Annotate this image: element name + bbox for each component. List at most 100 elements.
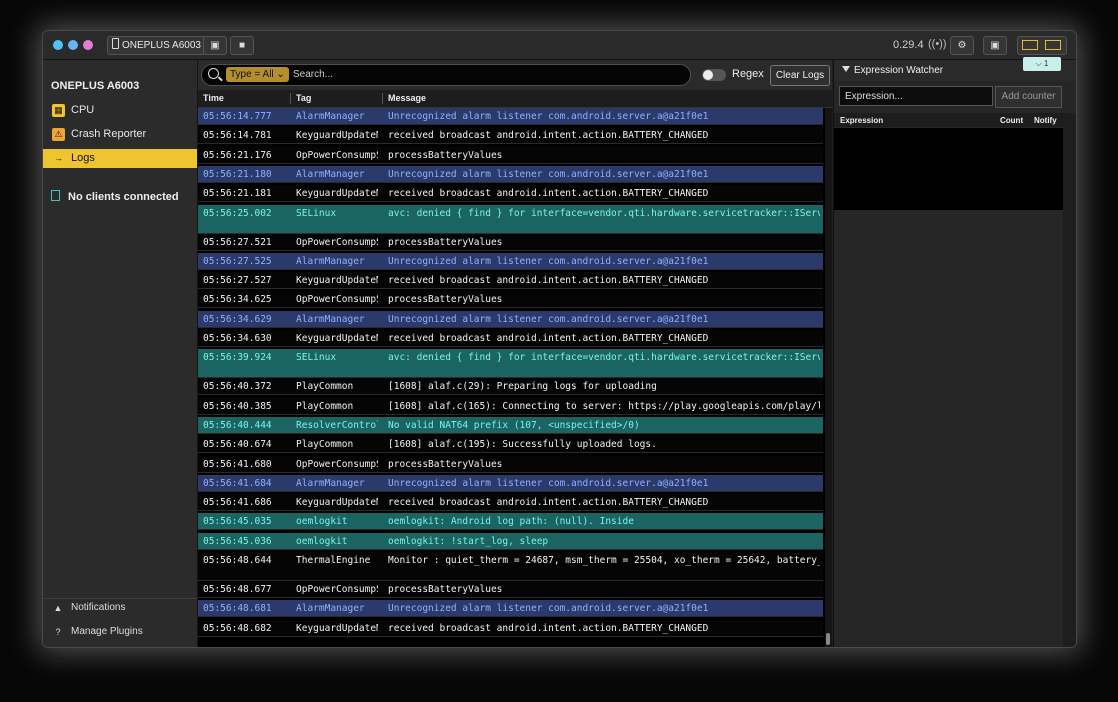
log-row[interactable]: 05:56:27.521 OpPowerConsumpS processBatter… (198, 233, 823, 251)
log-time: 05:56:40.385 (203, 400, 272, 412)
log-row[interactable]: 05:56:40.372 PlayCommon [1608] alaf.c(29):… (198, 378, 823, 396)
window-minimize-dot[interactable] (68, 40, 78, 50)
log-time: 05:56:41.686 (203, 497, 272, 509)
regex-toggle[interactable] (702, 69, 726, 81)
expression-input[interactable] (839, 86, 993, 106)
log-row[interactable]: 05:56:14.781 KeyguardUpdateM received broa… (198, 127, 823, 145)
log-scrollbar[interactable] (825, 108, 832, 647)
log-time: 05:56:48.644 (203, 555, 272, 566)
log-message: Unrecognized alarm listener com.android.… (388, 111, 709, 122)
search-input[interactable] (293, 67, 673, 82)
device-selector-button[interactable]: ONEPLUS A6003 (107, 36, 206, 55)
log-row[interactable]: 05:56:45.035 oemlogkit oemlogkit: Android … (198, 513, 823, 531)
log-row[interactable]: 05:56:41.686 KeyguardUpdateM received broa… (198, 494, 823, 512)
log-message: Unrecognized alarm listener com.android.… (388, 313, 709, 325)
type-filter-label: Type = All (230, 69, 274, 80)
log-row[interactable]: 05:56:41.684 AlarmManager Unrecognized ala… (198, 474, 823, 492)
sidebar-item-label: CPU (71, 104, 95, 116)
log-row[interactable]: 05:56:40.674 PlayCommon [1608] alaf.c(195)… (198, 436, 823, 454)
regex-label: Regex (732, 68, 764, 80)
expression-watcher-title: Expression Watcher (854, 65, 944, 76)
clear-logs-button[interactable]: Clear Logs (770, 65, 830, 86)
sidebar-item-crash-reporter[interactable]: ⚠ Crash Reporter (43, 125, 197, 144)
expression-watcher-scrollbar[interactable] (1063, 113, 1076, 647)
help-icon: ? (55, 627, 61, 637)
log-row[interactable]: 05:56:41.680 OpPowerConsumpS processBatter… (198, 455, 823, 473)
log-tag: oemlogkit (296, 535, 348, 547)
log-message: processBatteryValues (388, 236, 503, 248)
log-message: Unrecognized alarm listener com.android.… (388, 255, 709, 267)
expression-watcher-badge[interactable]: ⌵ 1 (1023, 57, 1061, 71)
column-time[interactable]: Time (203, 93, 224, 103)
log-row[interactable]: 05:56:27.527 KeyguardUpdateM received broa… (198, 272, 823, 290)
manage-plugins-label: Manage Plugins (71, 626, 143, 637)
screenshot-button[interactable]: ▣ (203, 36, 227, 55)
settings-button[interactable]: ⚙ (950, 36, 974, 55)
log-message: processBatteryValues (388, 294, 503, 306)
counter-column-header: Expression Count Notify (834, 113, 1063, 127)
log-tag: ThermalEngine (296, 555, 371, 566)
log-row[interactable]: 05:56:34.625 OpPowerConsumpS processBatter… (198, 291, 823, 309)
record-video-button[interactable]: ■ (230, 36, 254, 55)
log-row[interactable]: 05:56:25.002 SELinux avc: denied { find } … (198, 204, 823, 234)
log-time: 05:56:14.781 (203, 130, 272, 142)
log-row[interactable]: 05:56:34.630 KeyguardUpdateM received broa… (198, 330, 823, 347)
log-time: 05:56:34.625 (203, 294, 272, 306)
log-row[interactable]: 05:56:21.180 AlarmManager Unrecognized ala… (198, 165, 823, 183)
manage-plugins-button[interactable]: ? Manage Plugins (43, 623, 197, 641)
scroll-thumb[interactable] (826, 633, 830, 645)
log-row[interactable]: 05:56:48.681 AlarmManager Unrecognized ala… (198, 600, 823, 618)
log-time: 05:56:41.684 (203, 477, 272, 489)
log-row[interactable]: 05:56:48.644 ThermalEngine Monitor : quiet… (198, 552, 823, 581)
log-message: [1608] alaf.c(195): Successfully uploade… (388, 439, 657, 451)
log-tag: AlarmManager (296, 603, 365, 615)
log-tag: SELinux (296, 352, 337, 364)
log-row[interactable]: 05:56:48.682 KeyguardUpdateM received broa… (198, 619, 823, 637)
log-row[interactable]: 05:56:34.629 AlarmManager Unrecognized ala… (198, 310, 823, 328)
expression-watcher-header[interactable]: Expression Watcher ⌵ 1 (834, 57, 1076, 81)
add-counter-button[interactable]: Add counter (995, 86, 1062, 108)
column-resize-handle[interactable] (290, 93, 291, 104)
window-close-dot[interactable] (53, 40, 63, 50)
sidebar-item-logs[interactable]: → Logs (43, 149, 197, 168)
log-time: 05:56:48.677 (203, 584, 272, 595)
log-row[interactable]: 05:56:14.777 AlarmManager Unrecognized ala… (198, 108, 823, 125)
log-tag: AlarmManager (296, 313, 365, 325)
arrow-right-icon: → (54, 153, 63, 163)
log-row[interactable]: 05:56:39.924 SELinux avc: denied { find } … (198, 349, 823, 379)
log-message: processBatteryValues (388, 458, 503, 470)
camera-icon: ▣ (210, 40, 220, 51)
video-icon: ■ (238, 40, 246, 51)
log-time: 05:56:34.629 (203, 313, 272, 325)
log-message: processBatteryValues (388, 584, 503, 595)
log-row[interactable]: 05:56:45.036 oemlogkit oemlogkit: !start_l… (198, 532, 823, 550)
notifications-button[interactable]: ▲ Notifications (43, 599, 197, 617)
phone-icon (112, 38, 119, 49)
log-row[interactable]: 05:56:40.385 PlayCommon [1608] alaf.c(165)… (198, 397, 823, 415)
search-box[interactable]: Type = All ⌄ (201, 64, 691, 86)
column-count[interactable]: Count (1000, 116, 1023, 125)
chevron-down-icon: ⌄ (276, 69, 285, 80)
log-row[interactable]: 05:56:48.677 OpPowerConsumpS processBatter… (198, 581, 823, 598)
column-notify[interactable]: Notify (1034, 116, 1057, 125)
log-message: received broadcast android.intent.action… (388, 333, 709, 344)
log-tag: KeyguardUpdateM (296, 188, 378, 200)
column-tag[interactable]: Tag (296, 93, 311, 103)
sidebar-item-cpu[interactable]: ▦ CPU (43, 101, 197, 120)
column-resize-handle[interactable] (382, 93, 383, 104)
window-maximize-dot[interactable] (83, 40, 93, 50)
crash-reporter-icon: ⚠ (52, 128, 65, 141)
column-expression[interactable]: Expression (840, 116, 883, 125)
rating-button[interactable]: ▣ (983, 36, 1007, 55)
log-row[interactable]: 05:56:21.181 KeyguardUpdateM received broa… (198, 185, 823, 203)
broadcast-icon: ((•)) (928, 38, 947, 50)
toggle-left-sidebar-icon[interactable] (1022, 40, 1038, 50)
column-message[interactable]: Message (388, 93, 426, 103)
toggle-right-sidebar-icon[interactable] (1045, 40, 1061, 50)
log-column-header: Time Tag Message (198, 90, 832, 108)
log-row[interactable]: 05:56:27.525 AlarmManager Unrecognized ala… (198, 252, 823, 270)
log-row[interactable]: 05:56:40.444 ResolverControl No valid NAT6… (198, 416, 823, 434)
type-filter-token[interactable]: Type = All ⌄ (226, 67, 289, 82)
sidebar-device-name: ONEPLUS A6003 (51, 80, 140, 92)
log-row[interactable]: 05:56:21.176 OpPowerConsumpS processBatter… (198, 146, 823, 164)
